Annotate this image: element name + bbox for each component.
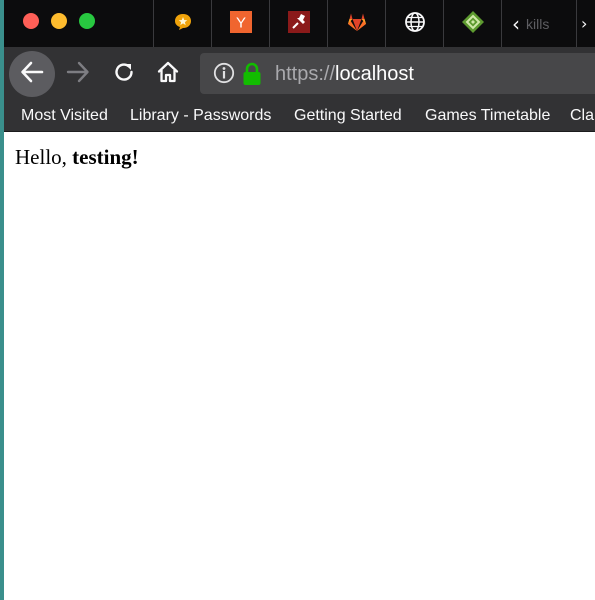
tab-pinned-6[interactable] <box>443 0 501 47</box>
green-diamond-icon <box>461 10 485 38</box>
chevron-left-icon: ‹ <box>512 11 520 36</box>
lock-icon[interactable] <box>242 62 262 90</box>
tab-pinned-5[interactable] <box>385 0 443 47</box>
greeting-name: testing! <box>72 145 139 169</box>
bookmark-partial[interactable]: Cla <box>570 106 594 126</box>
arrow-right-icon <box>65 59 91 89</box>
tab-scroll-left-button[interactable]: ‹ kills <box>501 0 562 47</box>
close-window-button[interactable] <box>23 13 39 29</box>
browser-window: Y ‹ kills › https://localhost Most Visit… <box>4 0 595 600</box>
page-content: Hello, testing! <box>4 132 595 600</box>
ycombinator-icon: Y <box>229 10 252 37</box>
chevron-right-icon: › <box>581 14 588 33</box>
pin-icon <box>287 10 310 37</box>
navigation-toolbar: https://localhost <box>4 47 595 101</box>
tab-pinned-2[interactable]: Y <box>211 0 269 47</box>
tab-strip: Y ‹ kills › <box>4 0 595 47</box>
zoom-window-button[interactable] <box>79 13 95 29</box>
tab-pinned-3[interactable] <box>269 0 327 47</box>
home-icon <box>156 60 180 88</box>
info-icon[interactable] <box>213 62 235 88</box>
bookmarks-toolbar: Most Visited Library - Passwords Getting… <box>4 101 595 132</box>
greeting-text: Hello, testing! <box>15 144 139 170</box>
url-scheme: https:// <box>275 63 336 85</box>
globe-icon <box>404 11 426 37</box>
back-button[interactable] <box>9 51 55 97</box>
bookmark-getting-started[interactable]: Getting Started <box>294 106 402 126</box>
home-button[interactable] <box>152 58 184 90</box>
ycombinator-glyph: Y <box>235 14 245 31</box>
minimize-window-button[interactable] <box>51 13 67 29</box>
tab-pinned-1[interactable] <box>153 0 211 47</box>
bookmark-games-timetable[interactable]: Games Timetable <box>425 106 550 126</box>
star-chat-icon <box>173 12 193 36</box>
tab-pinned-4[interactable] <box>327 0 385 47</box>
partial-tab-label: kills <box>526 15 550 32</box>
url-host: localhost <box>335 63 414 85</box>
arrow-left-icon <box>19 59 45 89</box>
reload-button[interactable] <box>108 58 140 90</box>
bookmark-library-passwords[interactable]: Library - Passwords <box>130 106 271 126</box>
bookmark-most-visited[interactable]: Most Visited <box>21 106 108 126</box>
gitlab-icon <box>346 11 368 37</box>
url-text[interactable]: https://localhost <box>275 62 414 86</box>
tab-overflow-button[interactable]: › <box>576 0 595 47</box>
forward-button[interactable] <box>62 58 94 90</box>
greeting-prefix: Hello, <box>15 145 73 169</box>
url-bar[interactable]: https://localhost <box>200 53 595 94</box>
reload-icon <box>112 60 136 88</box>
